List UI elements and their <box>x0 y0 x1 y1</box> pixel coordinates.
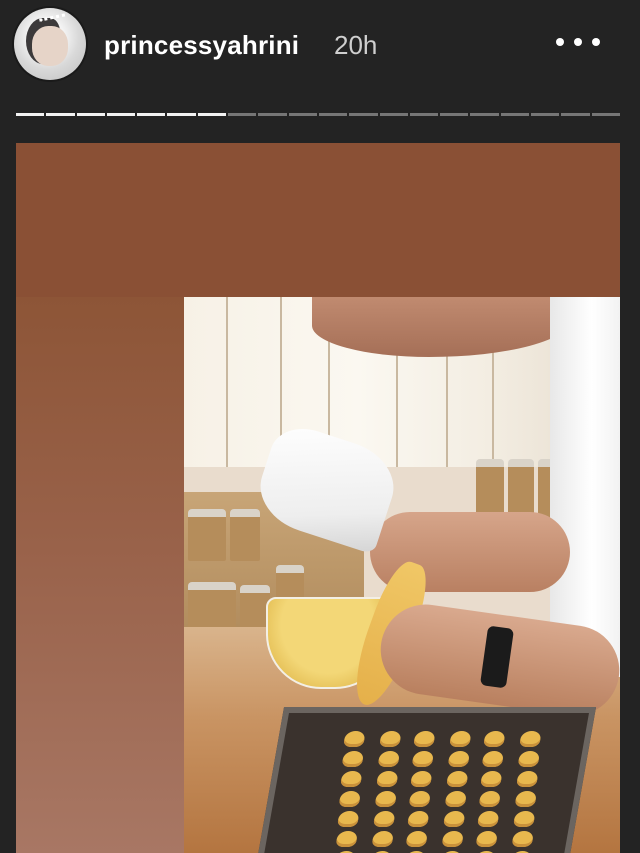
choux-puff <box>374 791 398 807</box>
choux-puff <box>408 791 432 807</box>
spice-jar <box>508 459 534 519</box>
progress-segment <box>349 113 378 116</box>
choux-puff <box>475 831 499 847</box>
progress-segment <box>379 113 408 116</box>
choux-puff <box>336 811 360 827</box>
window-blind <box>226 297 228 467</box>
post-time: 20h <box>334 30 378 60</box>
progress-segment <box>288 113 317 116</box>
choux-puff <box>514 791 538 807</box>
choux-puff <box>442 811 466 827</box>
choux-puff <box>341 751 365 767</box>
progress-segment <box>228 113 257 116</box>
progress-segment <box>106 113 136 116</box>
choux-puff <box>377 751 401 767</box>
choux-puff <box>478 791 502 807</box>
progress-segment <box>318 113 348 116</box>
story-background-band <box>16 143 620 297</box>
choux-puff <box>412 731 436 747</box>
progress-segment <box>591 113 620 116</box>
spice-jar <box>476 459 504 519</box>
choux-puff <box>511 831 535 847</box>
choux-puff <box>372 811 396 827</box>
progress-segment <box>258 113 287 116</box>
choux-puff <box>481 751 505 767</box>
choux-puff <box>482 731 506 747</box>
story-photo <box>184 297 620 853</box>
choux-puff <box>342 731 366 747</box>
choux-puff <box>441 831 465 847</box>
progress-segment <box>531 113 560 116</box>
choux-puff <box>518 731 542 747</box>
story-background-panel <box>16 297 184 853</box>
choux-puff <box>515 771 539 787</box>
progress-segment <box>46 113 75 116</box>
avatar-face <box>32 26 68 66</box>
progress-segment <box>197 113 227 116</box>
choux-puff <box>445 771 469 787</box>
progress-segment <box>137 113 166 116</box>
choux-puff <box>371 831 395 847</box>
choux-puff <box>517 751 541 767</box>
progress-segment <box>561 113 590 116</box>
spice-jar <box>230 509 260 561</box>
choux-puff <box>448 731 472 747</box>
choux-puff <box>338 791 362 807</box>
choux-puff <box>378 731 402 747</box>
profile-avatar[interactable] <box>14 8 86 80</box>
story-progress-bar <box>16 113 620 117</box>
choux-puff <box>375 771 399 787</box>
dot <box>592 38 600 46</box>
person-shirt <box>550 297 620 677</box>
choux-puff <box>409 771 433 787</box>
choux-puff <box>447 751 471 767</box>
dot <box>556 38 564 46</box>
choux-puff <box>512 811 536 827</box>
username[interactable]: princessyahrini <box>104 30 299 61</box>
choux-puff <box>406 811 430 827</box>
spice-jar <box>188 509 226 561</box>
progress-segment <box>409 113 439 116</box>
choux-puff <box>405 831 429 847</box>
progress-segment <box>167 113 196 116</box>
choux-puff <box>444 791 468 807</box>
progress-segment <box>440 113 469 116</box>
choux-puff <box>479 771 503 787</box>
choux-puff <box>476 811 500 827</box>
more-horizontal-icon[interactable] <box>556 38 600 48</box>
progress-segment <box>76 113 105 116</box>
story-header: princessyahrini 20h <box>0 0 640 100</box>
choux-puff <box>339 771 363 787</box>
progress-segment <box>500 113 530 116</box>
baking-tray <box>251 707 597 853</box>
choux-puff <box>335 831 359 847</box>
progress-segment <box>470 113 499 116</box>
dot <box>574 38 582 46</box>
progress-segment <box>16 113 45 116</box>
choux-puff <box>411 751 435 767</box>
story-media[interactable] <box>16 143 620 853</box>
